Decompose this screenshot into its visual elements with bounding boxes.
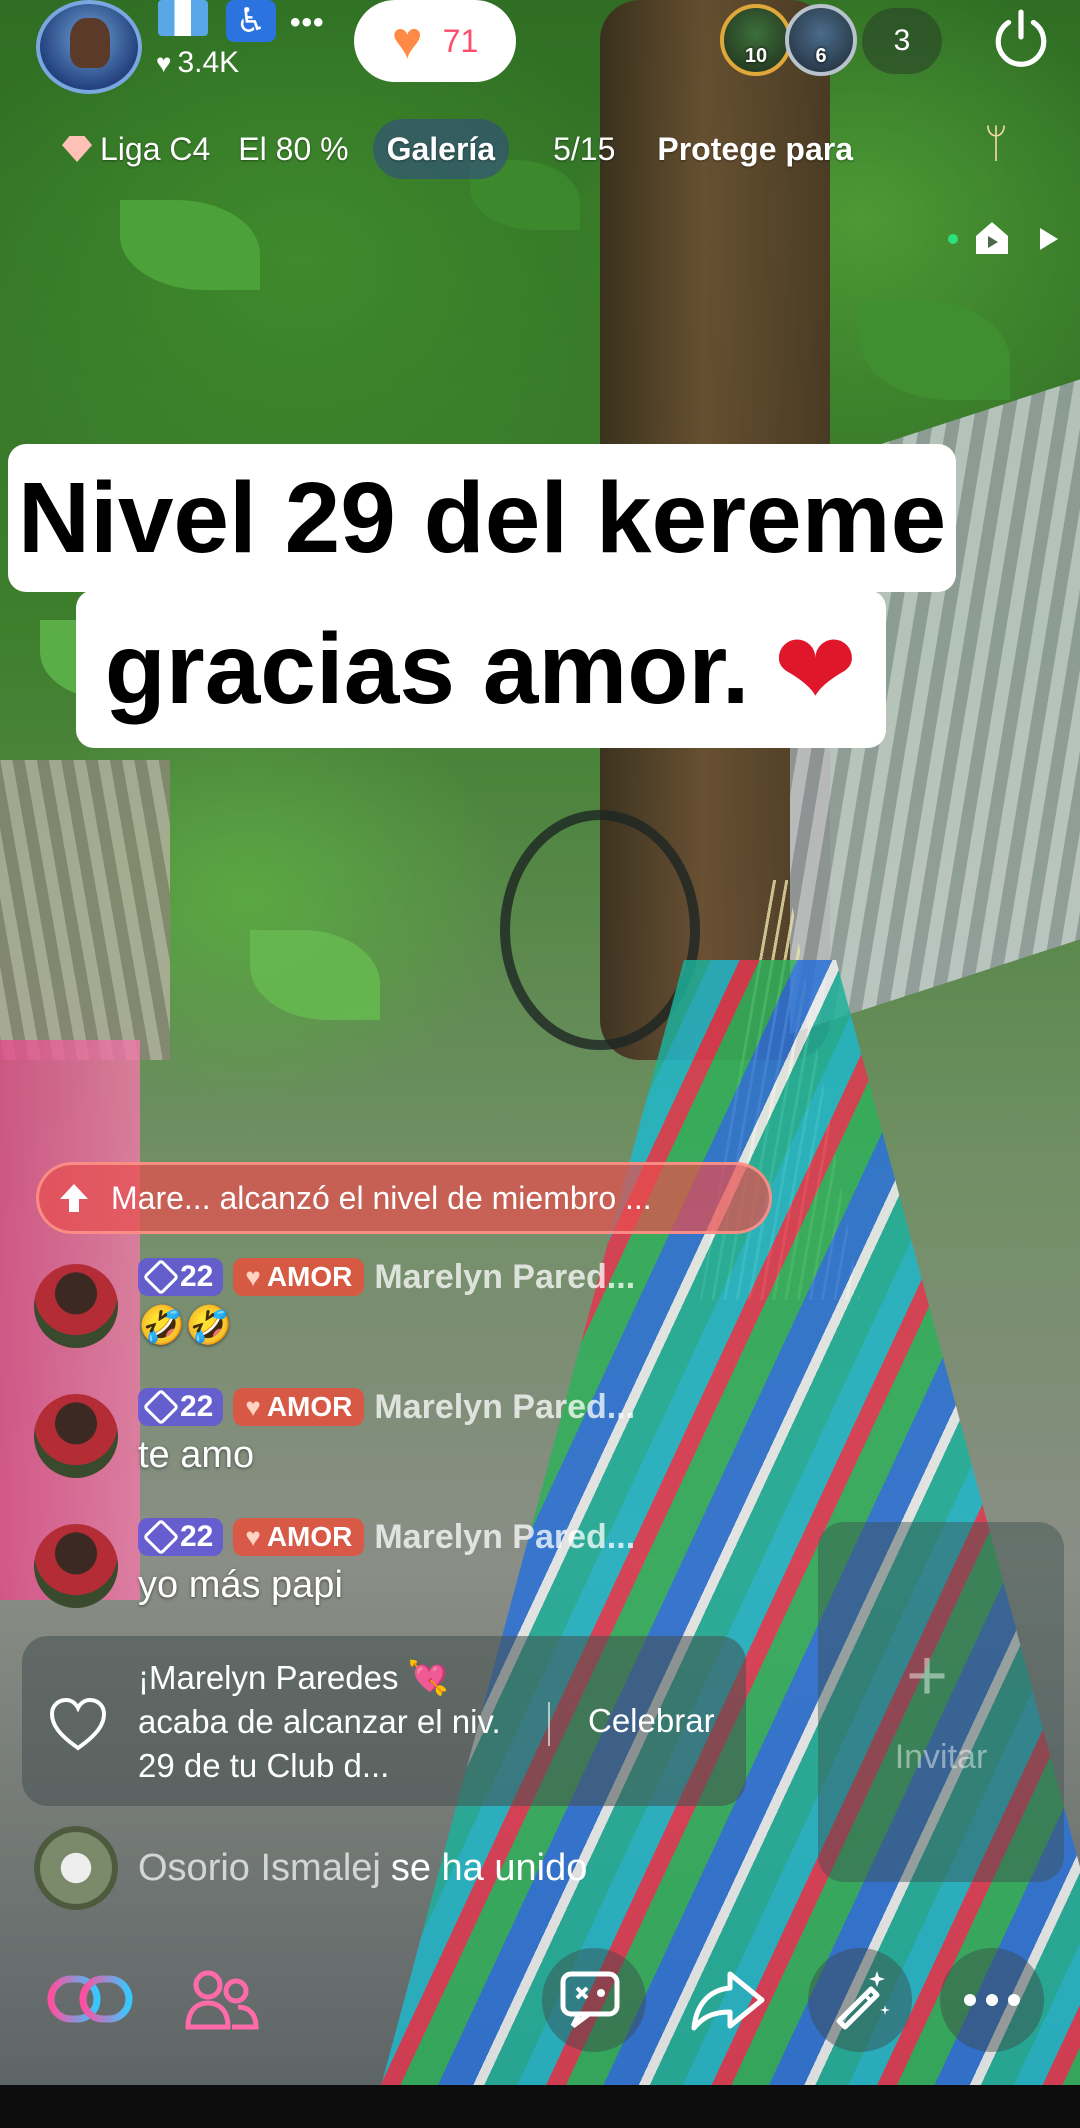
chat-message: 22 ♥ AMOR Marelyn Pared... te amo: [34, 1386, 774, 1516]
next-arrow-icon[interactable]: [1036, 226, 1060, 252]
level-value: 22: [180, 1520, 214, 1553]
chat-message: 22 ♥ AMOR Marelyn Pared... 🤣🤣: [34, 1256, 774, 1386]
club-card-text: ¡Marelyn Paredes 💘 acaba de alcanzar el …: [138, 1659, 501, 1784]
live-dot-icon: [948, 234, 958, 244]
caption-line-2: gracias amor. ❤: [76, 590, 886, 748]
like-pill-count: 71: [442, 22, 479, 59]
level-value: 22: [180, 1390, 214, 1423]
system-bottom-bar: [0, 2085, 1080, 2128]
more-icon[interactable]: [940, 1948, 1044, 2052]
host-likes: ♥ 3.4K: [156, 46, 239, 80]
protect-chip[interactable]: Protege para: [643, 119, 863, 179]
level-badge: 22: [138, 1518, 224, 1556]
up-arrow-icon: [60, 1184, 88, 1212]
orange-heart-icon: ♥: [391, 12, 423, 70]
leaf: [250, 930, 380, 1020]
level-badge: 22: [138, 1258, 224, 1296]
league-label: Liga C4: [100, 130, 211, 167]
invite-label: Invitar: [894, 1738, 988, 1776]
chat-username[interactable]: Marelyn Pared...: [374, 1518, 635, 1557]
invite-panel[interactable]: + Invitar: [818, 1522, 1064, 1882]
chat-meta: 22 ♥ AMOR Marelyn Pared...: [138, 1256, 635, 1298]
diamond-icon: [142, 1258, 180, 1296]
fan-heart-icon: ♥: [245, 1521, 261, 1552]
fan-heart-icon: ♥: [245, 1391, 261, 1422]
amor-badge: ♥ AMOR: [233, 1518, 365, 1556]
level-up-banner[interactable]: Mare... alcanzó el nivel de miembro ...: [36, 1162, 772, 1234]
viewer-count-button[interactable]: 3: [862, 8, 942, 74]
host-avatar[interactable]: [36, 0, 142, 94]
pager-chip[interactable]: 5/15: [539, 119, 629, 179]
joined-avatar[interactable]: [34, 1826, 118, 1910]
joined-text: se ha unido: [390, 1846, 588, 1889]
card-divider: [548, 1702, 550, 1746]
level-badge: 22: [138, 1388, 224, 1426]
badge-label: AMOR: [266, 1521, 353, 1552]
badge-label: AMOR: [266, 1391, 353, 1422]
chat-username[interactable]: Marelyn Pared...: [374, 1258, 635, 1297]
celebrate-button[interactable]: Celebrar: [588, 1702, 715, 1740]
diamond-icon: [142, 1388, 180, 1426]
gem-icon: [62, 136, 92, 162]
likes-count: 3.4K: [177, 46, 240, 79]
like-pill-button[interactable]: ♥ 71: [354, 0, 516, 82]
antler-icon[interactable]: ᛘ: [984, 122, 1008, 167]
gallery-chip[interactable]: Galería: [372, 119, 510, 179]
club-level-card: ¡Marelyn Paredes 💘 acaba de alcanzar el …: [22, 1636, 746, 1806]
chat-avatar[interactable]: [34, 1394, 118, 1478]
power-icon[interactable]: [990, 8, 1052, 70]
heart-outline-icon: [49, 1697, 107, 1751]
chat-text: 🤣🤣: [138, 1305, 233, 1347]
viewer-rank: 6: [815, 45, 827, 67]
chat-avatar[interactable]: [34, 1264, 118, 1348]
chat-meta: 22 ♥ AMOR Marelyn Pared...: [138, 1386, 635, 1428]
viewer-rank: 10: [744, 45, 768, 67]
joined-notice: Osorio Ismalej se ha unido: [34, 1826, 587, 1910]
plus-icon: +: [906, 1636, 949, 1716]
host-photo: [70, 18, 110, 68]
caption-line-2-text: gracias amor.: [104, 612, 750, 725]
chat-message: 22 ♥ AMOR Marelyn Pared... yo más papi: [34, 1516, 774, 1646]
badge-label: AMOR: [266, 1261, 353, 1292]
amor-badge: ♥ AMOR: [233, 1258, 365, 1296]
banner-text: Mare... alcanzó el nivel de miembro ...: [111, 1179, 652, 1216]
fan-heart-icon: ♥: [245, 1261, 261, 1292]
heart-icon: ♥: [156, 47, 172, 78]
leaf: [120, 200, 260, 290]
top-viewer-avatar[interactable]: 6: [785, 4, 857, 76]
diamond-icon: [142, 1518, 180, 1556]
top-viewer-avatar[interactable]: 10: [720, 4, 792, 76]
tin-roof-left: [0, 760, 170, 1060]
chat-icon[interactable]: [542, 1948, 646, 2052]
percent-chip[interactable]: El 80 %: [224, 119, 362, 179]
caption-line-1: Nivel 29 del kereme: [8, 444, 956, 592]
magic-wand-icon[interactable]: [808, 1948, 912, 2052]
link-icon[interactable]: [38, 1948, 142, 2052]
host-more-button[interactable]: •••: [290, 6, 325, 40]
chat-username[interactable]: Marelyn Pared...: [374, 1388, 635, 1427]
home-play-icon[interactable]: [972, 218, 1012, 258]
leaf: [860, 300, 1010, 400]
share-icon[interactable]: [676, 1948, 780, 2052]
league-chip[interactable]: Liga C4: [48, 119, 224, 179]
chat-avatar[interactable]: [34, 1524, 118, 1608]
level-value: 22: [180, 1260, 214, 1293]
red-heart-icon: ❤: [773, 613, 858, 726]
chat-text: te amo: [138, 1434, 255, 1476]
accessibility-icon: ♿: [226, 0, 276, 42]
chat-text: yo más papi: [138, 1564, 343, 1606]
chat-meta: 22 ♥ AMOR Marelyn Pared...: [138, 1516, 635, 1558]
info-chips-row: Liga C4 El 80 % Galería 5/15 Protege par…: [48, 119, 863, 179]
joined-username[interactable]: Osorio Ismalej: [138, 1847, 381, 1890]
guatemala-flag-icon: [158, 0, 208, 36]
users-icon[interactable]: [170, 1948, 274, 2052]
amor-badge: ♥ AMOR: [233, 1388, 365, 1426]
